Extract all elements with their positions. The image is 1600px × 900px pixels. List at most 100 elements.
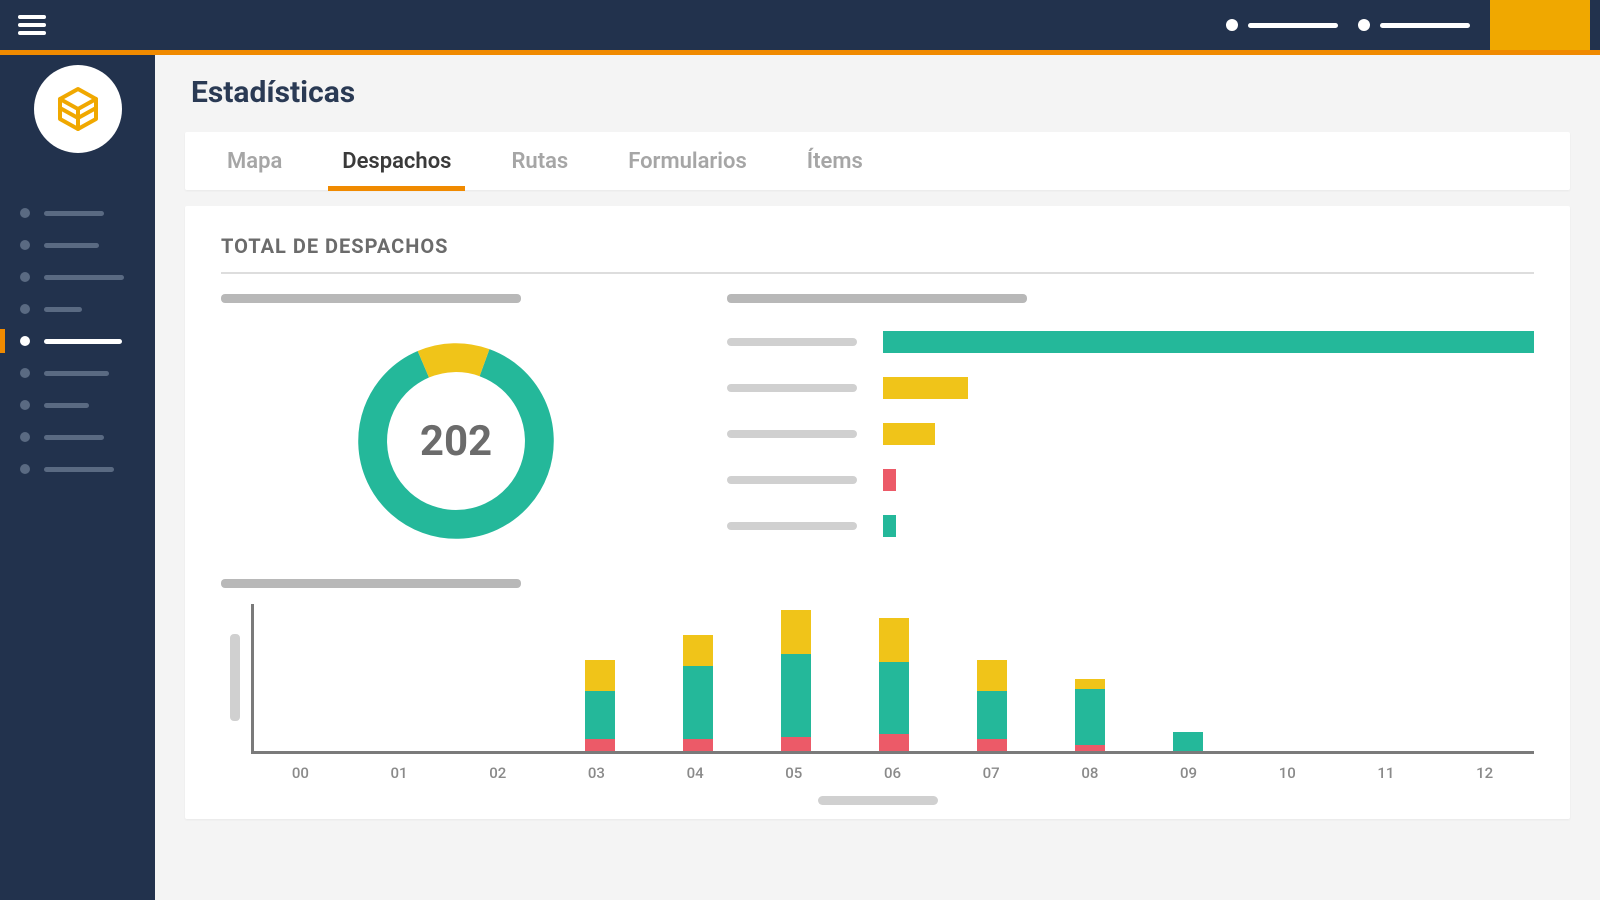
chart-col-11 — [1334, 610, 1432, 751]
placeholder-bar — [1248, 23, 1338, 28]
chart-col-04 — [649, 610, 747, 751]
tab-mapa[interactable]: Mapa — [227, 132, 282, 190]
chart-segment — [585, 691, 615, 739]
chart-segment — [879, 662, 909, 735]
chart-col-09 — [1139, 610, 1237, 751]
placeholder-bar — [44, 435, 104, 440]
sidebar-item-3[interactable] — [0, 293, 155, 325]
x-tick: 10 — [1238, 764, 1337, 782]
dot-icon — [20, 336, 30, 346]
hbar-row-2 — [727, 423, 1534, 445]
chart-segment — [683, 739, 713, 751]
placeholder-bar — [44, 275, 124, 280]
y-legend-placeholder — [230, 634, 240, 721]
placeholder-label — [727, 522, 857, 530]
sidebar-item-1[interactable] — [0, 229, 155, 261]
chart-stack — [683, 635, 713, 751]
tab-rutas[interactable]: Rutas — [511, 132, 568, 190]
donut-panel: 202 — [221, 294, 691, 551]
sidebar-item-8[interactable] — [0, 453, 155, 485]
sidebar-item-2[interactable] — [0, 261, 155, 293]
chart-col-06 — [845, 610, 943, 751]
x-tick: 09 — [1139, 764, 1238, 782]
chart-segment — [879, 734, 909, 751]
placeholder-bar — [44, 339, 122, 344]
hbar-track — [883, 469, 1534, 491]
placeholder-heading — [221, 579, 521, 588]
chart-col-03 — [552, 610, 650, 751]
topbar-right — [1226, 0, 1590, 50]
sidebar-item-6[interactable] — [0, 389, 155, 421]
page-title: Estadísticas — [191, 75, 1570, 110]
hbar-track — [883, 515, 1534, 537]
menu-icon[interactable] — [18, 15, 46, 35]
stacked-chart — [251, 604, 1534, 754]
sidebar-item-5[interactable] — [0, 357, 155, 389]
chart-segment — [781, 610, 811, 654]
x-tick: 12 — [1435, 764, 1534, 782]
logo-icon — [53, 84, 103, 134]
chart-segment — [1173, 732, 1203, 751]
section-title: TOTAL DE DESPACHOS — [221, 234, 1534, 258]
tabs-container: Mapa Despachos Rutas Formularios Ítems — [185, 132, 1570, 190]
placeholder-bar — [44, 211, 104, 216]
dot-icon — [20, 400, 30, 410]
chart-col-00 — [258, 610, 356, 751]
placeholder-heading — [221, 294, 521, 303]
sidebar-item-7[interactable] — [0, 421, 155, 453]
tab-ítems[interactable]: Ítems — [807, 132, 863, 190]
placeholder-label — [727, 338, 857, 346]
hbar-fill — [883, 515, 896, 537]
sidebar — [0, 55, 155, 900]
placeholder-bar — [44, 243, 99, 248]
placeholder-bar — [44, 467, 114, 472]
dot-icon — [20, 240, 30, 250]
hbar-track — [883, 423, 1534, 445]
dot-icon — [20, 304, 30, 314]
tab-despachos[interactable]: Despachos — [342, 132, 451, 190]
chart-stack — [1173, 732, 1203, 751]
placeholder-label — [727, 430, 857, 438]
scrollbar[interactable] — [818, 796, 938, 805]
content-card: TOTAL DE DESPACHOS 202 — [185, 206, 1570, 819]
sidebar-item-4[interactable] — [0, 325, 155, 357]
x-tick: 08 — [1041, 764, 1140, 782]
x-tick: 02 — [448, 764, 547, 782]
chart-col-10 — [1236, 610, 1334, 751]
x-axis: 00010203040506070809101112 — [251, 764, 1534, 782]
chart-stack — [977, 660, 1007, 751]
topbar-pill-2[interactable] — [1358, 19, 1470, 31]
tab-formularios[interactable]: Formularios — [628, 132, 747, 190]
hbar-track — [883, 331, 1534, 353]
topbar-pill-1[interactable] — [1226, 19, 1338, 31]
chart-stack — [1075, 679, 1105, 751]
chart-stack — [585, 660, 615, 751]
hbar-fill — [883, 423, 935, 445]
chart-col-12 — [1432, 610, 1530, 751]
chart-segment — [683, 666, 713, 739]
x-tick: 11 — [1337, 764, 1436, 782]
hbars-panel — [727, 294, 1534, 551]
chart-segment — [977, 660, 1007, 691]
placeholder-label — [727, 476, 857, 484]
stacked-chart-panel: 00010203040506070809101112 — [221, 579, 1534, 805]
topbar-accent[interactable] — [1490, 0, 1590, 50]
dot-icon — [20, 432, 30, 442]
chart-segment — [1075, 689, 1105, 745]
sidebar-item-0[interactable] — [0, 197, 155, 229]
x-tick: 03 — [547, 764, 646, 782]
logo[interactable] — [34, 65, 122, 153]
chart-segment — [781, 737, 811, 752]
chart-segment — [1075, 679, 1105, 689]
x-tick: 06 — [843, 764, 942, 782]
divider — [221, 272, 1534, 274]
dot-icon — [1226, 19, 1238, 31]
placeholder-label — [727, 384, 857, 392]
x-tick: 01 — [350, 764, 449, 782]
chart-segment — [977, 739, 1007, 751]
dot-icon — [20, 464, 30, 474]
dot-icon — [20, 272, 30, 282]
hbar-fill — [883, 377, 968, 399]
placeholder-bar — [44, 403, 89, 408]
x-tick: 04 — [646, 764, 745, 782]
